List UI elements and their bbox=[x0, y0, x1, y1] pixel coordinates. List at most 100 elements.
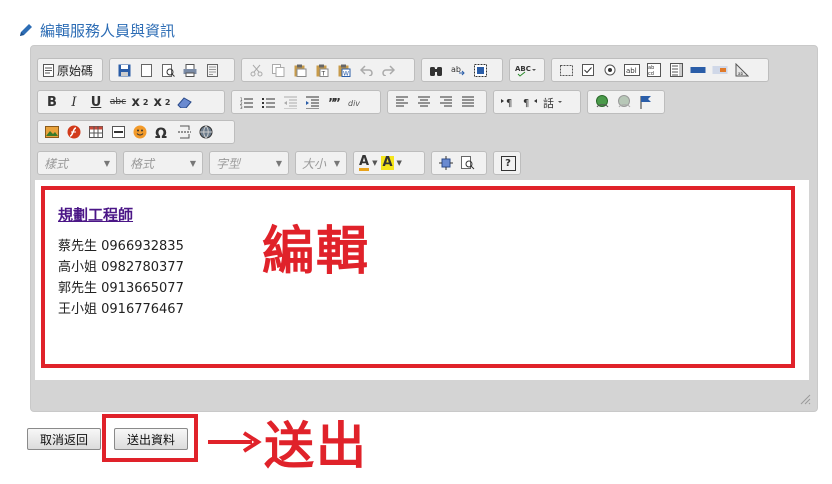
text-color-button[interactable]: A ▼ bbox=[357, 153, 379, 173]
strike-button[interactable]: abc bbox=[107, 92, 129, 112]
numbered-list-button[interactable]: 123 bbox=[235, 92, 257, 112]
svg-text:”: ” bbox=[333, 97, 340, 107]
underline-button[interactable]: U bbox=[85, 92, 107, 112]
link-button[interactable] bbox=[591, 92, 613, 112]
page-break-button[interactable] bbox=[173, 122, 195, 142]
bulleted-list-button[interactable] bbox=[257, 92, 279, 112]
svg-text:ABC: ABC bbox=[515, 65, 531, 73]
blockquote-button[interactable]: ”” bbox=[323, 92, 345, 112]
subscript-button[interactable]: x2 bbox=[129, 92, 151, 112]
language-button[interactable]: 話 bbox=[541, 92, 567, 112]
bg-color-button[interactable]: A ▼ bbox=[379, 153, 403, 173]
textarea-button[interactable]: ab cd bbox=[643, 60, 665, 80]
image-button[interactable] bbox=[41, 122, 63, 142]
flash-button[interactable] bbox=[63, 122, 85, 142]
unlink-button[interactable] bbox=[613, 92, 635, 112]
superscript-button[interactable]: x2 bbox=[151, 92, 173, 112]
undo-button[interactable] bbox=[355, 60, 377, 80]
find-button[interactable] bbox=[425, 60, 447, 80]
select-all-icon bbox=[473, 63, 487, 77]
create-div-button[interactable]: div bbox=[345, 92, 367, 112]
align-right-button[interactable] bbox=[435, 92, 457, 112]
paste-button[interactable] bbox=[289, 60, 311, 80]
svg-text:W: W bbox=[343, 70, 349, 77]
show-blocks-button[interactable] bbox=[457, 153, 479, 173]
paste-text-button[interactable]: T bbox=[311, 60, 333, 80]
chevron-down-icon: ▼ bbox=[189, 158, 196, 168]
svg-text:abl: abl bbox=[626, 67, 637, 75]
indent-button[interactable] bbox=[301, 92, 323, 112]
ltr-button[interactable]: ¶ bbox=[497, 92, 519, 112]
maximize-button[interactable] bbox=[435, 153, 457, 173]
toolbar-group-basicstyles: B I U abc x2 x2 bbox=[37, 90, 225, 114]
form-icon bbox=[559, 64, 573, 76]
table-icon bbox=[89, 126, 103, 138]
paste-word-button[interactable]: W bbox=[333, 60, 355, 80]
size-select-text: 大小 bbox=[302, 156, 327, 171]
rtl-button[interactable]: ¶ bbox=[519, 92, 541, 112]
textfield-button[interactable]: abl bbox=[621, 60, 643, 80]
toolbar-group-clipboard: T W bbox=[241, 58, 415, 82]
svg-text:¶: ¶ bbox=[523, 98, 529, 108]
paste-word-icon: W bbox=[338, 64, 350, 77]
superscript-mark: 2 bbox=[164, 97, 171, 107]
edit-highlight-box bbox=[41, 186, 795, 368]
show-blocks-icon bbox=[461, 156, 475, 170]
source-button[interactable]: 原始碼 bbox=[41, 60, 95, 80]
submit-highlight-box bbox=[102, 414, 198, 462]
form-button[interactable] bbox=[555, 60, 577, 80]
toolbar-row-3: Ω bbox=[37, 119, 241, 145]
table-button[interactable] bbox=[85, 122, 107, 142]
horizontal-rule-button[interactable] bbox=[107, 122, 129, 142]
smiley-button[interactable] bbox=[129, 122, 151, 142]
align-left-button[interactable] bbox=[391, 92, 413, 112]
image-button-field-button[interactable] bbox=[709, 60, 731, 80]
preview-button[interactable] bbox=[157, 60, 179, 80]
svg-text:Ω: Ω bbox=[155, 126, 167, 139]
radio-icon bbox=[604, 64, 616, 76]
save-button[interactable] bbox=[113, 60, 135, 80]
align-left-icon bbox=[396, 96, 408, 107]
anchor-button[interactable] bbox=[635, 92, 657, 112]
redo-button[interactable] bbox=[377, 60, 399, 80]
hidden-field-button[interactable]: ab bbox=[731, 60, 753, 80]
radio-button[interactable] bbox=[599, 60, 621, 80]
toolbar-group-align bbox=[387, 90, 487, 114]
font-select[interactable]: 字型 ▼ bbox=[209, 151, 289, 175]
format-select[interactable]: 格式 ▼ bbox=[123, 151, 203, 175]
print-button[interactable] bbox=[179, 60, 201, 80]
subscript-glyph: x bbox=[131, 94, 140, 110]
outdent-button[interactable] bbox=[279, 92, 301, 112]
select-all-button[interactable] bbox=[469, 60, 491, 80]
help-button[interactable]: ? bbox=[497, 153, 519, 173]
resize-grip-icon[interactable] bbox=[799, 393, 811, 405]
spellcheck-button[interactable]: ABC bbox=[513, 60, 539, 80]
subscript-mark: 2 bbox=[142, 97, 149, 107]
templates-button[interactable] bbox=[201, 60, 223, 80]
hidden-field-icon: ab bbox=[735, 63, 749, 77]
toolbar-group-file bbox=[109, 58, 235, 82]
omega-icon: Ω bbox=[155, 126, 167, 139]
special-char-button[interactable]: Ω bbox=[151, 122, 173, 142]
chevron-down-icon: ▼ bbox=[103, 158, 110, 168]
button-field-button[interactable] bbox=[687, 60, 709, 80]
toolbar-group-lists: 123 ”” div bbox=[231, 90, 381, 114]
iframe-button[interactable] bbox=[195, 122, 217, 142]
select-field-button[interactable] bbox=[665, 60, 687, 80]
bold-button[interactable]: B bbox=[41, 92, 63, 112]
justify-button[interactable] bbox=[457, 92, 479, 112]
align-center-button[interactable] bbox=[413, 92, 435, 112]
remove-format-button[interactable] bbox=[173, 92, 195, 112]
checkbox-button[interactable] bbox=[577, 60, 599, 80]
new-page-button[interactable] bbox=[135, 60, 157, 80]
cancel-button[interactable]: 取消返回 bbox=[27, 428, 101, 450]
copy-button[interactable] bbox=[267, 60, 289, 80]
styles-select[interactable]: 樣式 ▼ bbox=[37, 151, 117, 175]
svg-text:cd: cd bbox=[648, 71, 654, 77]
chevron-down-icon: ▼ bbox=[275, 158, 282, 168]
italic-button[interactable]: I bbox=[63, 92, 85, 112]
cut-button[interactable] bbox=[245, 60, 267, 80]
replace-button[interactable]: ab bbox=[447, 60, 469, 80]
size-select[interactable]: 大小 ▼ bbox=[295, 151, 347, 175]
chevron-down-icon: ▼ bbox=[333, 158, 340, 168]
